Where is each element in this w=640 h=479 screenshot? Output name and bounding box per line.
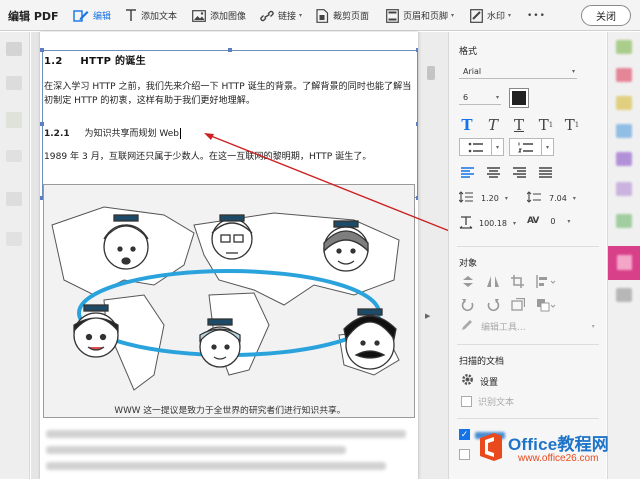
replace-image-icon[interactable] [511,297,526,315]
numbered-list-button[interactable]: ▾ [509,138,554,156]
font-family-dropdown[interactable]: Arial ▾ [459,64,577,79]
blurred-tool-icon[interactable] [616,124,632,138]
chevron-down-icon: ▾ [495,93,499,101]
blurred-tool-icon[interactable] [616,96,632,110]
blurred-tool-icon[interactable] [616,214,632,228]
watermark-brand: Office教程网 [508,435,609,454]
recognize-text-label: 识别文本 [478,398,515,408]
chevron-down-icon: ▾ [504,194,508,202]
chevron-down-icon: ▾ [541,139,553,155]
chevron-down-icon: ▾ [572,194,576,202]
italic-t-icon[interactable]: T [485,116,501,134]
watermark-url: www.office26.com [518,453,599,464]
bullet-list-icon [460,142,491,153]
edit-tool-label: 编辑工具... [481,323,526,333]
bold-t-icon[interactable]: T [459,116,475,134]
blurred-tool-icon[interactable] [616,182,632,196]
paragraph-spacing-value: 7.04 [549,193,567,203]
settings-label: 设置 [480,377,499,388]
blurred-tool-icon[interactable] [616,152,632,166]
character-spacing-icon: AV [527,216,539,226]
line-spacing-dropdown[interactable]: 1.20 ▾ [458,191,508,205]
align-left-icon[interactable] [459,165,475,179]
gear-icon [461,373,474,389]
office-logo-icon [480,433,502,461]
paragraph-spacing-icon [526,191,541,205]
align-objects-icon[interactable] [536,275,556,291]
chevron-down-icon: ▾ [567,217,571,225]
horizontal-scale-icon [459,216,473,231]
blurred-tool-icon[interactable] [616,288,632,302]
pencil-icon [461,319,475,334]
arrow-line [205,133,453,233]
character-spacing-dropdown[interactable]: AV 0 ▾ [527,216,570,226]
panel-divider [457,246,599,247]
rotate-right-icon[interactable] [486,298,500,315]
edit-pdf-icon [617,255,632,270]
panel-divider [457,418,599,419]
arrange-objects-icon[interactable] [536,298,556,315]
bullet-list-button[interactable]: ▾ [459,138,504,156]
recognize-text-option[interactable]: 识别文本 [461,395,514,408]
horizontal-scale-dropdown[interactable]: 100.18 ▾ [459,216,516,231]
objects-heading: 对象 [459,259,478,269]
align-right-icon[interactable] [511,165,527,179]
subscript-icon[interactable]: T1 [563,116,581,134]
blurred-tool-icon[interactable] [616,68,632,82]
horizontal-scale-value: 100.18 [479,219,507,228]
font-size-dropdown[interactable]: 6 ▾ [459,90,501,105]
align-center-icon[interactable] [485,165,501,179]
underline-t-icon[interactable]: T [511,116,527,134]
line-spacing-value: 1.20 [481,193,499,203]
font-family-value: Arial [463,66,482,76]
edit-pdf-tool-active[interactable] [608,246,640,280]
settings-button[interactable]: 设置 [461,373,498,389]
character-spacing-value: 0 [550,216,556,226]
format-panel: 格式 Arial ▾ 6 ▾ T T T T1 T1 ▾ ▾ 1.20 ▾ 7.… [448,32,606,479]
font-size-value: 6 [463,92,469,102]
format-heading: 格式 [459,47,478,57]
rotate-left-icon[interactable] [461,298,475,315]
superscript-icon[interactable]: T1 [537,116,555,134]
color-fill [512,91,526,105]
scanned-docs-heading: 扫描的文档 [459,357,505,367]
flip-horizontal-icon[interactable] [486,275,500,291]
site-watermark: Office教程网 www.office26.com [458,428,636,468]
chevron-down-icon: ▾ [591,323,595,330]
arrow-head [204,133,214,140]
blurred-tool-icon[interactable] [616,40,632,54]
text-color-swatch[interactable] [509,88,529,108]
recognize-text-checkbox[interactable] [461,396,472,407]
line-spacing-icon [458,191,473,205]
chevron-down-icon: ▾ [491,139,503,155]
align-justify-icon[interactable] [537,165,553,179]
chevron-down-icon: ▾ [571,67,575,75]
tools-rail [607,32,640,479]
chevron-down-icon: ▾ [513,220,517,227]
flip-vertical-icon[interactable] [461,275,475,291]
panel-divider [457,344,599,345]
crop-icon[interactable] [511,275,525,291]
edit-tool-dropdown[interactable]: 编辑工具... ▾ [461,319,595,334]
paragraph-spacing-dropdown[interactable]: 7.04 ▾ [526,191,576,205]
numbered-list-icon [510,142,541,153]
